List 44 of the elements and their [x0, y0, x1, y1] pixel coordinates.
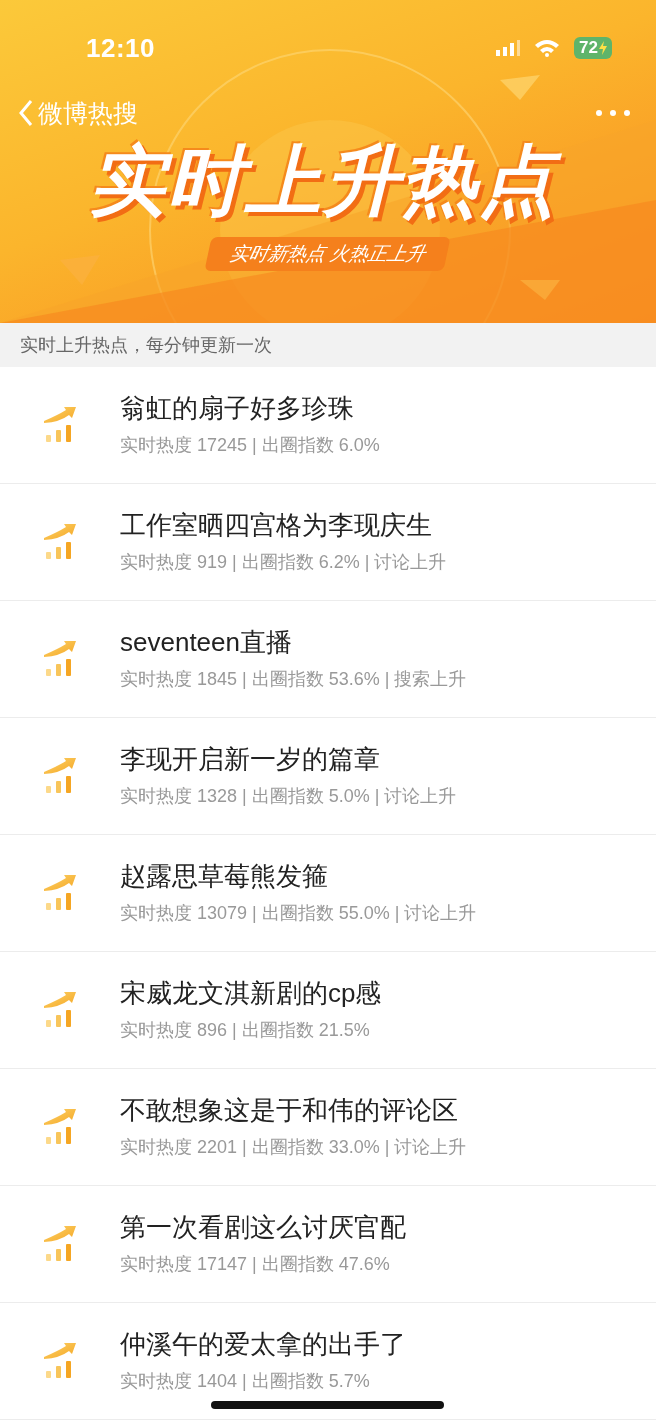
signal-icon	[496, 40, 521, 56]
topic-meta: 实时热度 2201 | 出圈指数 33.0% | 讨论上升	[120, 1135, 467, 1159]
topic-title: 宋威龙文淇新剧的cp感	[120, 978, 382, 1010]
more-button[interactable]	[596, 110, 630, 116]
topic-title: 赵露思草莓熊发箍	[120, 861, 329, 893]
wifi-icon	[534, 39, 561, 57]
topic-title: seventeen直播	[120, 627, 293, 659]
topic-row[interactable]: 不敢想象这是于和伟的评论区 实时热度 2201 | 出圈指数 33.0% | 讨论上升	[0, 1069, 656, 1186]
topic-meta: 实时热度 17147 | 出圈指数 47.6%	[120, 1252, 391, 1276]
back-chevron-icon	[18, 99, 34, 127]
topic-title: 仲溪午的爱太拿的出手了	[120, 1329, 406, 1361]
status-time: 12:10	[86, 32, 155, 64]
topic-meta: 实时热度 1328 | 出圈指数 5.0% | 讨论上升	[120, 784, 457, 808]
topic-meta: 实时热度 919 | 出圈指数 6.2% | 讨论上升	[120, 550, 447, 574]
topic-row[interactable]: 宋威龙文淇新剧的cp感 实时热度 896 | 出圈指数 21.5%	[0, 952, 656, 1069]
banner-title: 实时上升热点	[77, 132, 579, 235]
topic-meta: 实时热度 1845 | 出圈指数 53.6% | 搜索上升	[120, 667, 467, 691]
topic-title: 第一次看剧这么讨厌官配	[120, 1212, 406, 1244]
notice-text: 实时上升热点，每分钟更新一次	[0, 323, 656, 367]
topic-title: 翁虹的扇子好多珍珠	[120, 393, 355, 425]
rising-trend-icon	[42, 641, 78, 677]
topic-row[interactable]: 翁虹的扇子好多珍珠 实时热度 17245 | 出圈指数 6.0%	[0, 367, 656, 484]
rising-trend-icon	[42, 758, 78, 794]
battery-indicator: 72	[574, 37, 612, 59]
rising-trend-icon	[42, 992, 78, 1028]
topic-title: 李现开启新一岁的篇章	[120, 744, 381, 776]
topic-row[interactable]: seventeen直播 实时热度 1845 | 出圈指数 53.6% | 搜索上升	[0, 601, 656, 718]
banner-subtitle: 实时新热点 火热正上升	[204, 236, 452, 271]
rising-trend-icon	[42, 407, 78, 443]
topic-title: 不敢想象这是于和伟的评论区	[120, 1095, 459, 1127]
topic-meta: 实时热度 13079 | 出圈指数 55.0% | 讨论上升	[120, 901, 477, 925]
topic-meta: 实时热度 1404 | 出圈指数 5.7%	[120, 1369, 371, 1393]
rising-trend-icon	[42, 875, 78, 911]
rising-trend-icon	[42, 1109, 78, 1145]
rising-trend-icon	[42, 1226, 78, 1262]
rising-trend-icon	[42, 524, 78, 560]
topic-meta: 实时热度 896 | 出圈指数 21.5%	[120, 1018, 371, 1042]
topic-row[interactable]: 第一次看剧这么讨厌官配 实时热度 17147 | 出圈指数 47.6%	[0, 1186, 656, 1303]
rising-trend-icon	[42, 1343, 78, 1379]
topic-row[interactable]: 工作室晒四宫格为李现庆生 实时热度 919 | 出圈指数 6.2% | 讨论上升	[0, 484, 656, 601]
topic-row[interactable]: 李现开启新一岁的篇章 实时热度 1328 | 出圈指数 5.0% | 讨论上升	[0, 718, 656, 835]
topic-row[interactable]: 赵露思草莓熊发箍 实时热度 13079 | 出圈指数 55.0% | 讨论上升	[0, 835, 656, 952]
topic-title: 工作室晒四宫格为李现庆生	[120, 510, 433, 542]
topic-meta: 实时热度 17245 | 出圈指数 6.0%	[120, 433, 380, 457]
